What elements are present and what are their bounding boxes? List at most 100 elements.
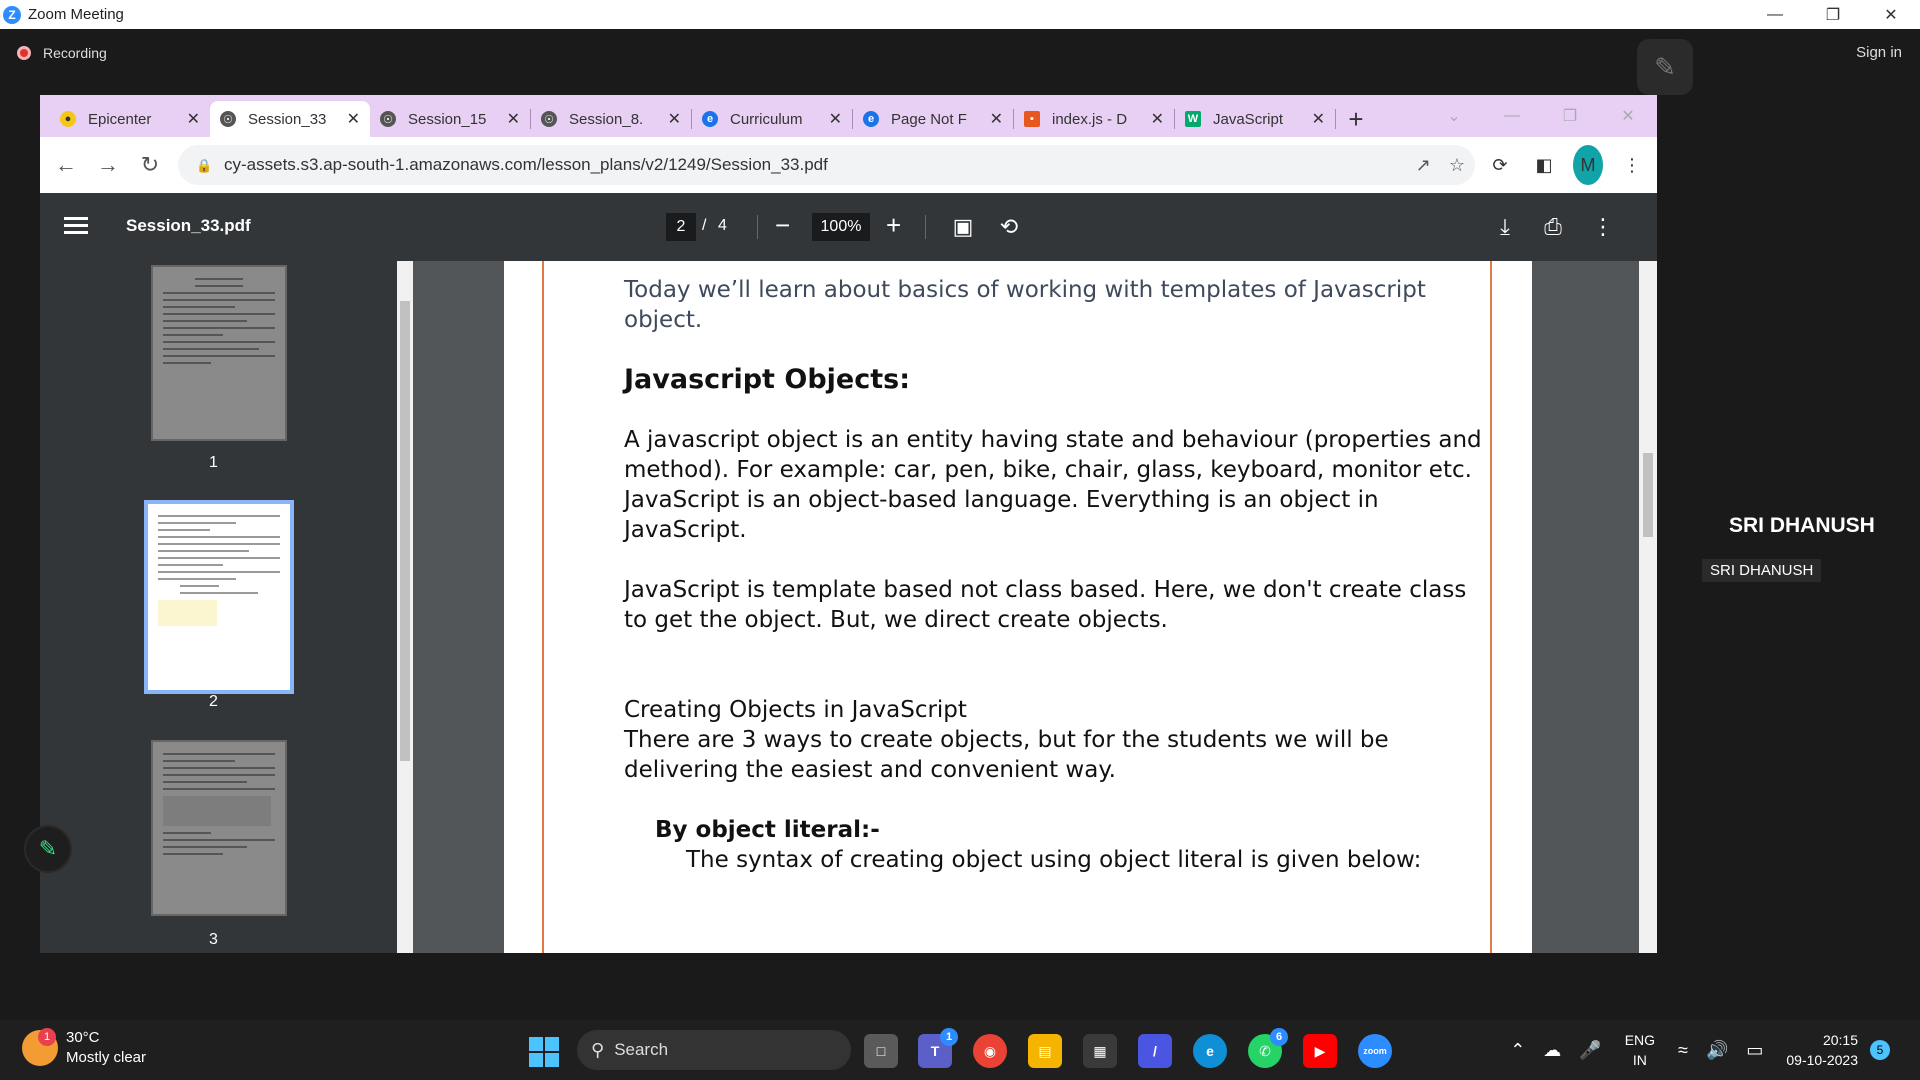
thumbnail-page-3[interactable] bbox=[151, 740, 287, 916]
page-content: Today we’ll learn about basics of workin… bbox=[624, 275, 1484, 875]
profile-avatar[interactable]: M bbox=[1573, 145, 1603, 185]
section-heading: Javascript Objects: bbox=[624, 364, 910, 395]
microphone-icon[interactable]: 🎤 bbox=[1579, 1040, 1601, 1061]
close-tab-icon[interactable]: ✕ bbox=[347, 109, 360, 129]
language-indicator[interactable]: ENG IN bbox=[1625, 1030, 1655, 1070]
tab-search-icon[interactable]: ⌄ bbox=[1425, 106, 1483, 126]
youtube-icon[interactable]: ▶ bbox=[1303, 1034, 1337, 1068]
pencil-icon[interactable]: ✎ bbox=[24, 825, 72, 873]
forward-icon[interactable]: → bbox=[88, 145, 128, 185]
restore-button[interactable]: ❐ bbox=[1804, 0, 1862, 29]
zoom-level-input[interactable]: 100% bbox=[812, 213, 870, 241]
address-bar[interactable]: 🔒 cy-assets.s3.ap-south-1.amazonaws.com/… bbox=[178, 145, 1475, 185]
paragraph: JavaScript is an object-based language. … bbox=[624, 487, 1379, 543]
task-view-icon[interactable]: □ bbox=[864, 1034, 898, 1068]
teams-icon[interactable]: T1 bbox=[918, 1028, 958, 1068]
search-icon: ⚲ bbox=[591, 1039, 605, 1060]
microsoft-store-icon[interactable]: ▦ bbox=[1083, 1034, 1117, 1068]
paragraph: The syntax of creating object using obje… bbox=[686, 847, 1422, 873]
file-explorer-icon[interactable]: ▤ bbox=[1028, 1034, 1062, 1068]
wifi-icon[interactable]: ≈ bbox=[1678, 1040, 1688, 1061]
more-options-icon[interactable]: ⋮ bbox=[1589, 213, 1617, 241]
annotate-icon[interactable]: ✎ bbox=[1637, 39, 1693, 95]
close-tab-icon[interactable]: ✕ bbox=[1312, 109, 1325, 129]
thumbnail-page-1[interactable] bbox=[151, 265, 287, 441]
onedrive-icon[interactable]: ☁ bbox=[1543, 1040, 1561, 1061]
date: 09-10-2023 bbox=[1786, 1052, 1858, 1068]
thumbnail-sidebar: 1 2 3 bbox=[40, 261, 402, 953]
taskbar-search[interactable]: ⚲ Search bbox=[577, 1030, 851, 1070]
close-tab-icon[interactable]: ✕ bbox=[187, 109, 200, 129]
whatsapp-icon[interactable]: ✆ 6 bbox=[1248, 1028, 1288, 1068]
time: 20:15 bbox=[1822, 1032, 1858, 1048]
bookmark-star-icon[interactable]: ☆ bbox=[1449, 155, 1465, 176]
edge-icon[interactable]: e bbox=[1193, 1034, 1227, 1068]
reload-icon[interactable]: ↻ bbox=[130, 145, 170, 185]
share-icon[interactable]: ↗ bbox=[1416, 155, 1431, 176]
w3-icon: W bbox=[1185, 111, 1201, 127]
thumbnail-number: 1 bbox=[209, 454, 218, 471]
sidebar-toggle-icon[interactable] bbox=[64, 213, 88, 241]
pdf-page: Today we’ll learn about basics of workin… bbox=[504, 261, 1532, 953]
tab-session-33[interactable]: ☉ Session_33 ✕ bbox=[210, 101, 370, 137]
side-panel-icon[interactable]: ◧ bbox=[1529, 145, 1559, 185]
tab-curriculum[interactable]: e Curriculum ✕ bbox=[692, 101, 852, 137]
download-icon[interactable]: ⤓ bbox=[1491, 213, 1519, 241]
globe-icon: ☉ bbox=[541, 111, 557, 127]
recording-label: Recording bbox=[43, 45, 107, 61]
browser-close-button[interactable]: ✕ bbox=[1599, 106, 1657, 126]
browser-restore-button[interactable]: ❐ bbox=[1541, 106, 1599, 126]
tab-session-8[interactable]: ☉ Session_8. ✕ bbox=[531, 101, 691, 137]
sub-heading: By object literal:- bbox=[655, 817, 880, 843]
close-tab-icon[interactable]: ✕ bbox=[829, 109, 842, 129]
close-tab-icon[interactable]: ✕ bbox=[507, 109, 520, 129]
window-title: Zoom Meeting bbox=[28, 6, 124, 23]
paragraph: There are 3 ways to create objects, but … bbox=[624, 727, 1389, 783]
sign-in-link[interactable]: Sign in bbox=[1856, 44, 1902, 61]
close-tab-icon[interactable]: ✕ bbox=[1151, 109, 1164, 129]
close-tab-icon[interactable]: ✕ bbox=[668, 109, 681, 129]
tab-javascript[interactable]: W JavaScript ✕ bbox=[1175, 101, 1335, 137]
page-number-input[interactable]: 2 bbox=[666, 213, 696, 241]
chevron-up-icon[interactable]: ⌃ bbox=[1510, 1040, 1525, 1061]
windows-start-icon[interactable] bbox=[529, 1037, 559, 1067]
close-tab-icon[interactable]: ✕ bbox=[990, 109, 1003, 129]
shared-browser-window: ● Epicenter ✕ ☉ Session_33 ✕ ☉ Session_1… bbox=[40, 95, 1657, 953]
tab-session-15[interactable]: ☉ Session_15 ✕ bbox=[370, 101, 530, 137]
minimize-button[interactable]: — bbox=[1746, 0, 1804, 29]
zoom-app-icon[interactable]: zoom bbox=[1358, 1034, 1392, 1068]
tab-epicenter[interactable]: ● Epicenter ✕ bbox=[50, 101, 210, 137]
notification-badge[interactable]: 5 bbox=[1870, 1040, 1890, 1060]
chrome-icon[interactable]: ◉ bbox=[973, 1034, 1007, 1068]
whiteboard-icon[interactable]: / bbox=[1138, 1034, 1172, 1068]
zoom-in-button[interactable]: + bbox=[886, 210, 901, 241]
e-logo-icon: e bbox=[702, 111, 718, 127]
fit-page-icon[interactable]: ▣ bbox=[949, 213, 977, 241]
sidebar-scrollbar[interactable] bbox=[397, 261, 413, 953]
print-icon[interactable]: ⎙ bbox=[1539, 213, 1567, 241]
battery-icon[interactable]: ▭ bbox=[1746, 1040, 1763, 1061]
thumbnail-page-2[interactable] bbox=[144, 500, 294, 694]
weather-widget[interactable]: 1 30°C Mostly clear bbox=[22, 1028, 146, 1068]
document-scrollbar[interactable] bbox=[1639, 261, 1657, 953]
thumbnail-number: 2 bbox=[209, 693, 218, 710]
menu-kebab-icon[interactable]: ⋮ bbox=[1617, 145, 1647, 185]
zoom-out-button[interactable]: − bbox=[775, 210, 790, 241]
extension-icon[interactable]: ⟳ bbox=[1485, 145, 1515, 185]
temperature: 30°C bbox=[66, 1029, 100, 1046]
weather-badge: 1 bbox=[38, 1028, 56, 1046]
recording-indicator[interactable]: Recording bbox=[17, 45, 107, 61]
back-icon[interactable]: ← bbox=[46, 145, 86, 185]
rotate-icon[interactable]: ⟲ bbox=[995, 213, 1023, 241]
new-tab-button[interactable]: + bbox=[1336, 101, 1376, 137]
codesandbox-icon: ▪ bbox=[1024, 111, 1040, 127]
clock[interactable]: 20:15 09-10-2023 bbox=[1786, 1030, 1858, 1070]
globe-icon: ☉ bbox=[380, 111, 396, 127]
pdf-filename: Session_33.pdf bbox=[126, 216, 251, 235]
e-logo-icon: e bbox=[863, 111, 879, 127]
tab-index-js[interactable]: ▪ index.js - D ✕ bbox=[1014, 101, 1174, 137]
tab-page-not-found[interactable]: e Page Not F ✕ bbox=[853, 101, 1013, 137]
volume-icon[interactable]: 🔊 bbox=[1706, 1040, 1728, 1061]
close-window-button[interactable]: ✕ bbox=[1862, 0, 1920, 29]
browser-minimize-button[interactable]: — bbox=[1483, 107, 1541, 125]
